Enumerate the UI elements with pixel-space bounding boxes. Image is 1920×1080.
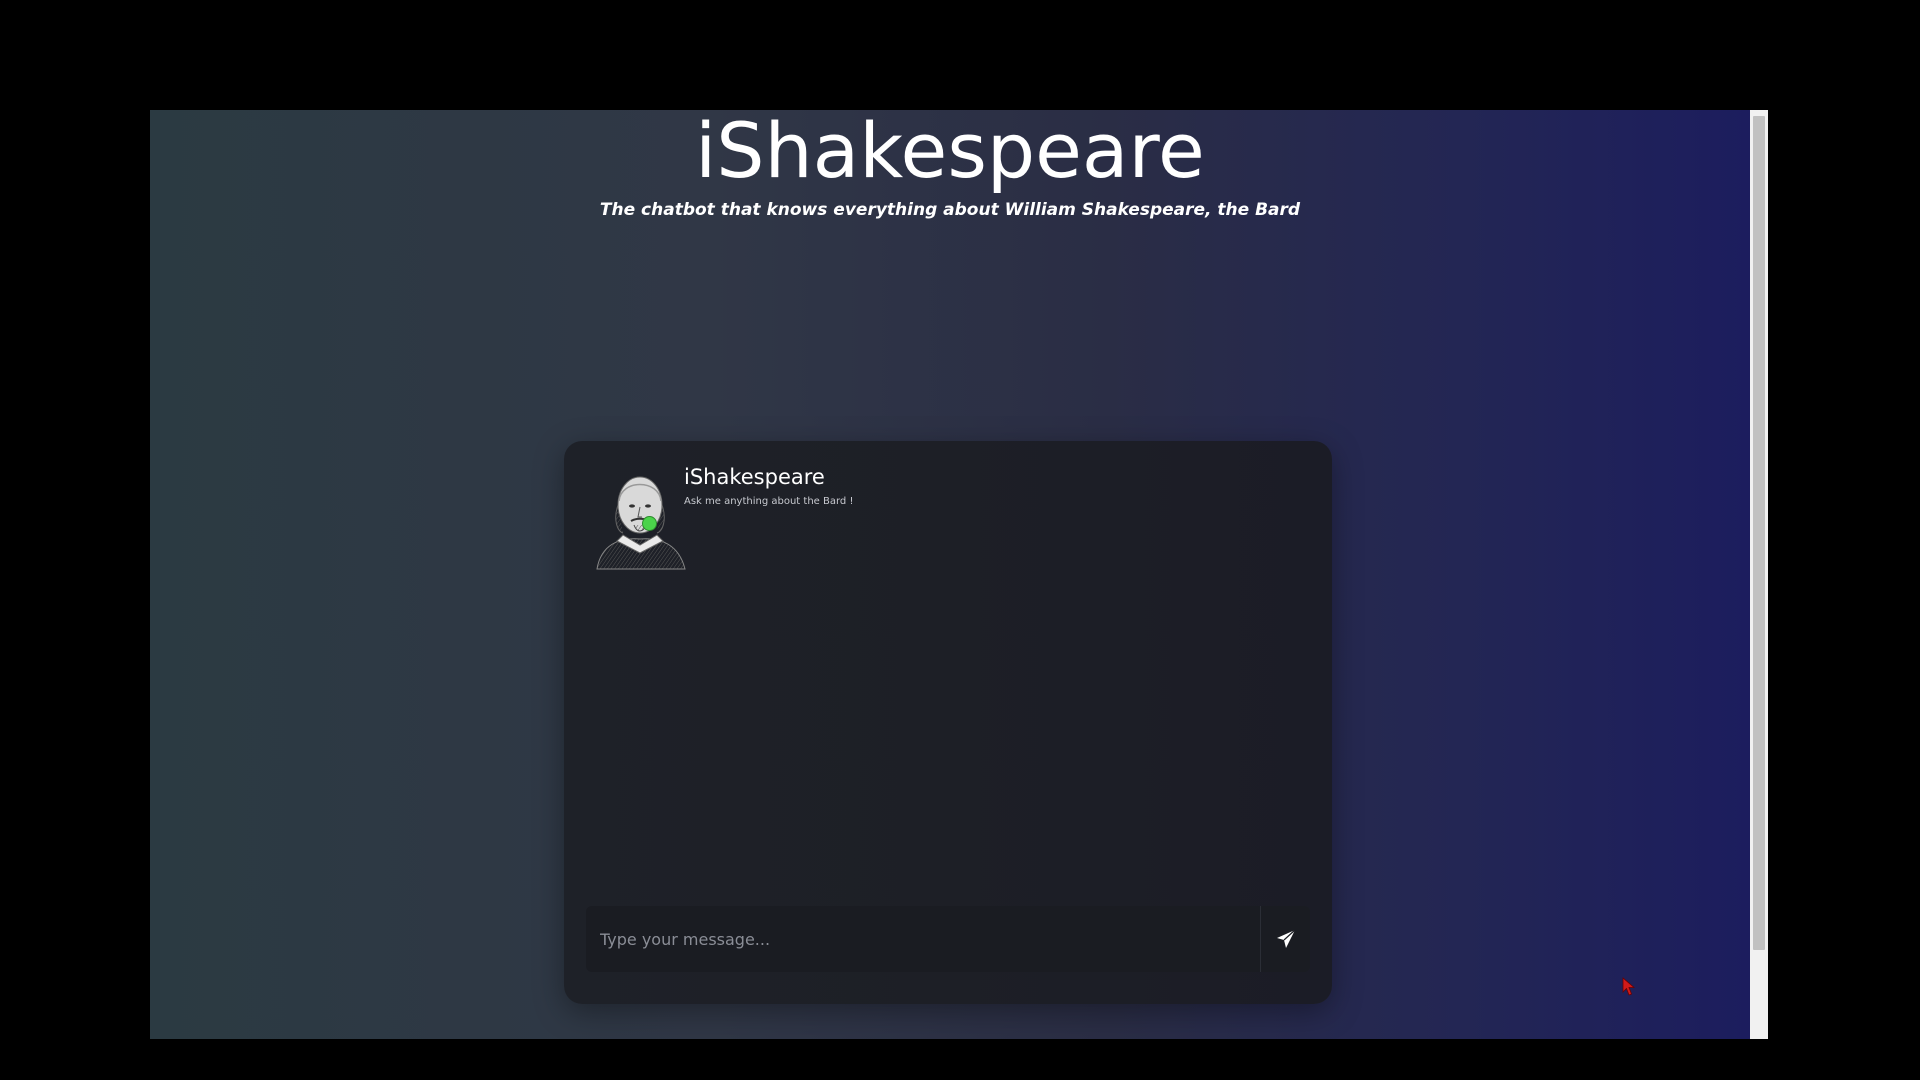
page-subtitle: The chatbot that knows everything about … xyxy=(599,200,1301,220)
online-status-dot xyxy=(642,516,657,531)
message-input[interactable] xyxy=(586,906,1260,972)
message-composer xyxy=(586,906,1310,972)
send-button[interactable] xyxy=(1260,906,1311,972)
avatar xyxy=(591,461,689,571)
page-viewport: iShakespeare The chatbot that knows ever… xyxy=(150,110,1750,1039)
scrollbar-thumb[interactable] xyxy=(1753,116,1765,950)
paper-plane-icon xyxy=(1277,929,1296,948)
page-scrollbar[interactable] xyxy=(1750,110,1768,1039)
chat-window: iShakespeare Ask me anything about the B… xyxy=(564,441,1332,1004)
bot-name: iShakespeare xyxy=(684,465,825,489)
bot-tagline: Ask me anything about the Bard ! xyxy=(684,496,854,507)
mouse-cursor-icon xyxy=(1622,977,1636,996)
shakespeare-portrait-icon xyxy=(596,476,686,570)
page-title: iShakespeare xyxy=(695,110,1205,195)
